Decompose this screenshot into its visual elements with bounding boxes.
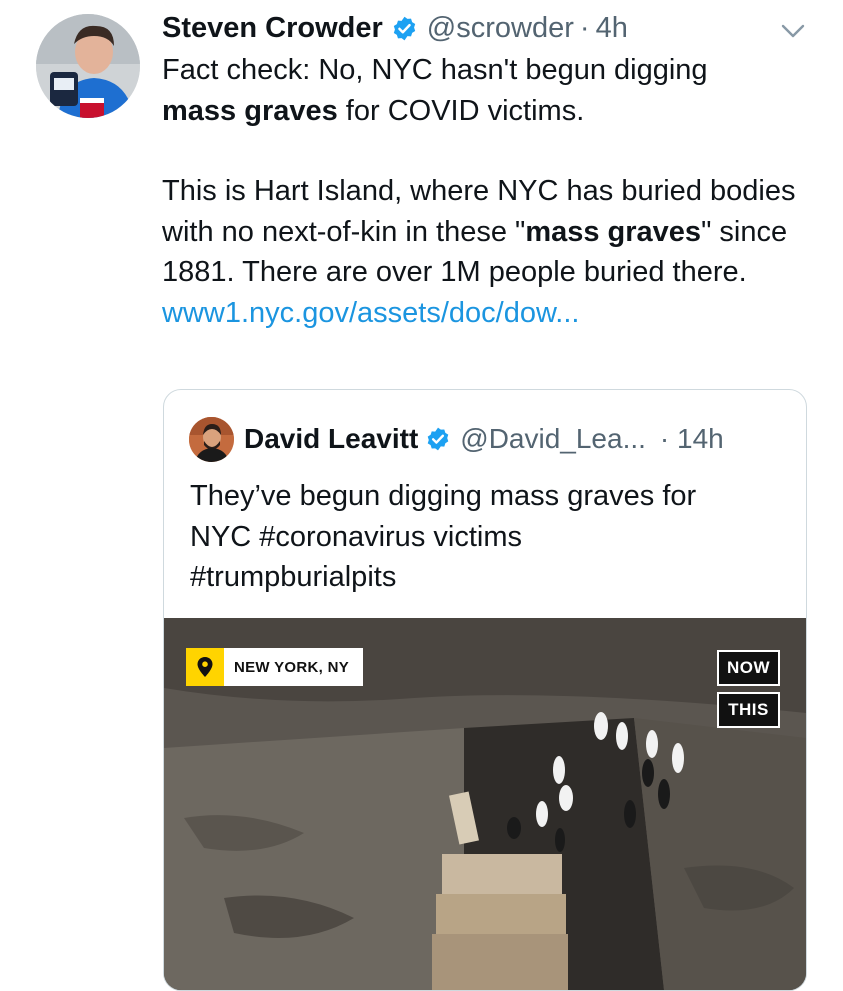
watermark-this: THIS [716, 692, 780, 728]
tweet-text-line1: Fact check: No, NYC hasn't begun digging [162, 54, 708, 86]
quoted-text-line3: #trumpburialpits [190, 561, 397, 593]
tweet-timestamp[interactable]: 4h [596, 12, 628, 45]
quoted-author-handle[interactable]: @David_Lea... [460, 423, 646, 455]
tweet-paragraph-2: This is Hart Island, where NYC has burie… [162, 171, 802, 293]
quoted-tweet-timestamp[interactable]: · 14h [660, 423, 724, 455]
author-avatar[interactable] [36, 14, 140, 118]
tweet-paragraph-1: Fact check: No, NYC hasn't begun digging… [162, 50, 802, 131]
quoted-author-avatar[interactable] [189, 417, 234, 462]
author-handle[interactable]: @scrowder [427, 12, 574, 45]
quoted-tweet-video[interactable]: NEW YORK, NY NOW THIS [164, 618, 806, 990]
quoted-text-line2: NYC #coronavirus victims [190, 520, 522, 553]
quoted-tweet-card[interactable]: David Leavitt @David_Lea... · 14h They’v… [163, 389, 807, 991]
tweet-body: Fact check: No, NYC hasn't begun digging… [162, 50, 802, 333]
location-label: NEW YORK, NY [234, 658, 350, 676]
location-pin-icon [186, 648, 224, 686]
tweet-header: Steven Crowder @scrowder · 4h [162, 8, 628, 48]
watermark-now: NOW [716, 650, 780, 686]
chevron-down-icon[interactable] [778, 20, 808, 44]
quoted-tweet-body: They’ve begun digging mass graves for NY… [190, 476, 790, 598]
verified-badge-icon [391, 15, 418, 42]
tweet-bold-phrase: mass graves [162, 94, 338, 127]
tweet-text-line2: for COVID victims. [337, 94, 585, 127]
quoted-tweet-header: David Leavitt @David_Lea... · 14h [244, 419, 724, 459]
location-badge: NEW YORK, NY [186, 648, 364, 686]
quoted-author-name[interactable]: David Leavitt [244, 423, 418, 455]
tweet-para2-bold: mass graves [525, 215, 702, 248]
separator-dot: · [579, 11, 590, 44]
author-name[interactable]: Steven Crowder [162, 12, 383, 45]
verified-badge-icon [425, 426, 451, 452]
nowthis-watermark: NOW THIS [716, 650, 780, 728]
quoted-text-line1: They’ve begun digging mass graves for [190, 480, 697, 512]
tweet-link[interactable]: www1.nyc.gov/assets/doc/dow... [162, 297, 579, 329]
tweet-link-paragraph: www1.nyc.gov/assets/doc/dow... [162, 293, 802, 334]
